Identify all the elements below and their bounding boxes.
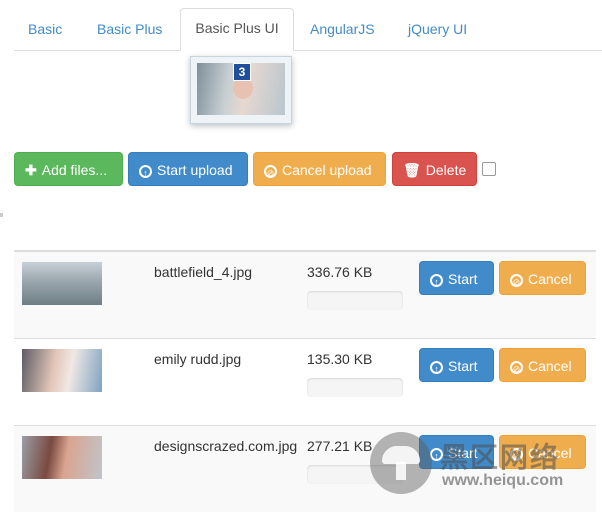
upload-icon: ↑: [139, 165, 152, 178]
cancel-label: Cancel: [528, 271, 572, 287]
side-marker: [0, 213, 3, 217]
ban-icon: ⊘: [510, 361, 523, 374]
upload-icon: ↑: [430, 274, 443, 287]
cancel-label: Cancel: [528, 358, 572, 374]
start-upload-button[interactable]: ↑ Start upload: [128, 152, 248, 186]
select-all-checkbox[interactable]: [482, 162, 496, 176]
plus-icon: ✚: [25, 162, 37, 178]
file-name: designscrazed.com.jpg: [154, 438, 298, 454]
progress-bar: [307, 378, 403, 397]
delete-label: Delete: [425, 162, 467, 178]
file-thumbnail: [22, 262, 102, 305]
drag-count-badge: 3: [233, 63, 251, 81]
file-name: battlefield_4.jpg: [154, 264, 253, 280]
ban-icon: ⊘: [510, 274, 523, 287]
start-label: Start: [448, 358, 478, 374]
delete-button[interactable]: 🗑 Delete: [392, 152, 477, 186]
cancel-button[interactable]: ⊘ Cancel: [499, 261, 586, 295]
start-upload-label: Start upload: [157, 162, 233, 178]
cancel-label: Cancel: [528, 445, 572, 461]
upload-icon: ↑: [430, 361, 443, 374]
tab-angularjs[interactable]: AngularJS: [310, 10, 375, 48]
cancel-button[interactable]: ⊘ Cancel: [499, 348, 586, 382]
drag-preview[interactable]: 3: [190, 56, 292, 124]
start-button[interactable]: ↑ Start: [419, 348, 494, 382]
progress-bar: [307, 291, 403, 310]
file-size: 277.21 KB: [307, 438, 373, 454]
nav-tabs: Basic Basic Plus Basic Plus UI AngularJS…: [14, 8, 602, 51]
cancel-upload-button[interactable]: ⊘ Cancel upload: [253, 152, 386, 186]
upload-icon: ↑: [430, 448, 443, 461]
start-button[interactable]: ↑ Start: [419, 435, 494, 469]
ban-icon: ⊘: [264, 165, 277, 178]
start-label: Start: [448, 445, 478, 461]
file-thumbnail: [22, 436, 102, 479]
start-button[interactable]: ↑ Start: [419, 261, 494, 295]
cancel-upload-label: Cancel upload: [282, 162, 372, 178]
start-label: Start: [448, 271, 478, 287]
tab-basic[interactable]: Basic: [28, 10, 62, 48]
trash-icon: 🗑: [403, 162, 421, 178]
cancel-button[interactable]: ⊘ Cancel: [499, 435, 586, 469]
tab-basic-plus[interactable]: Basic Plus: [97, 10, 162, 48]
file-name: emily rudd.jpg: [154, 351, 242, 367]
file-thumbnail: [22, 349, 102, 392]
file-size: 336.76 KB: [307, 264, 373, 280]
table-row: emily rudd.jpg 135.30 KB ↑ Start ⊘ Cancel: [14, 338, 596, 425]
table-row: battlefield_4.jpg 336.76 KB ↑ Start ⊘ Canc…: [14, 251, 596, 338]
file-size: 135.30 KB: [307, 351, 373, 367]
add-files-button[interactable]: ✚ Add files...: [14, 152, 123, 186]
progress-bar: [307, 465, 403, 484]
table-row: designscrazed.com.jpg 277.21 KB ↑ Start ⊘…: [14, 425, 596, 512]
tab-jquery-ui[interactable]: jQuery UI: [408, 10, 467, 48]
ban-icon: ⊘: [510, 448, 523, 461]
add-files-label: Add files...: [41, 162, 108, 178]
tab-basic-plus-ui[interactable]: Basic Plus UI: [180, 8, 294, 51]
